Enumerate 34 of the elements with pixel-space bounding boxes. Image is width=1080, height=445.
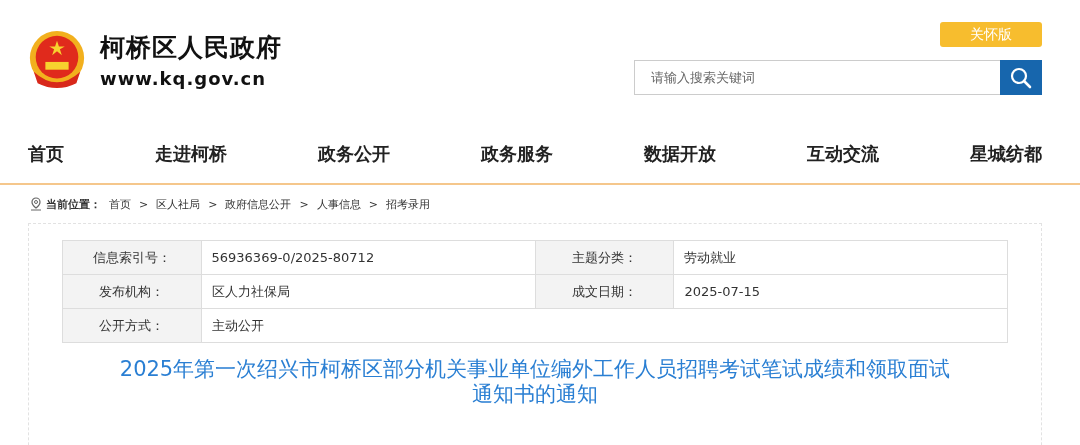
breadcrumb-link[interactable]: 招考录用 [385,196,430,212]
nav-link[interactable]: 政务服务 [481,142,553,166]
nav-link[interactable]: 星城纺都 [970,142,1042,166]
info-value: 2025-07-15 [673,274,1008,309]
breadcrumb-link[interactable]: 人事信息 [316,196,361,212]
breadcrumb-link[interactable]: 区人社局 [156,196,201,212]
breadcrumb-separator: > [139,197,149,211]
info-label: 信息索引号： [62,240,201,275]
info-label: 成文日期： [535,274,674,309]
info-label: 主题分类： [535,240,674,275]
info-label: 发布机构： [62,274,201,309]
breadcrumb-label: 当前位置： [46,196,101,212]
breadcrumb-link[interactable]: 政府信息公开 [225,196,292,212]
site-domain: www.kq.gov.cn [100,68,268,89]
breadcrumb-separator: > [368,197,378,211]
info-label: 公开方式： [62,308,201,343]
search-field[interactable]: 请输入搜索关键词 [634,60,1000,95]
site-name: 柯桥区人民政府 [100,32,282,64]
breadcrumb-separator: > [299,197,309,211]
info-value: 劳动就业 [673,240,1008,275]
info-value: 主动公开 [201,308,1008,343]
breadcrumb-separator: > [208,197,218,211]
nav-link[interactable]: 政务公开 [318,142,390,166]
breadcrumb-link[interactable]: 首页 [109,196,131,212]
search-icon [1010,66,1032,89]
article-title: 2025年第一次绍兴市柯桥区部分机关事业单位编外工作人员招聘考试笔试成绩和领取面试通知书的通知 [118,357,952,408]
info-value: 区人力社保局 [201,274,536,309]
nav-link[interactable]: 数据开放 [644,142,716,166]
info-value: 56936369-0/2025-80712 [201,240,536,275]
nav-link[interactable]: 走进柯桥 [155,142,227,166]
search-button[interactable] [1000,60,1042,95]
location-icon [30,197,42,211]
nav-link[interactable]: 首页 [28,142,64,166]
nav-link[interactable]: 互动交流 [807,142,879,166]
